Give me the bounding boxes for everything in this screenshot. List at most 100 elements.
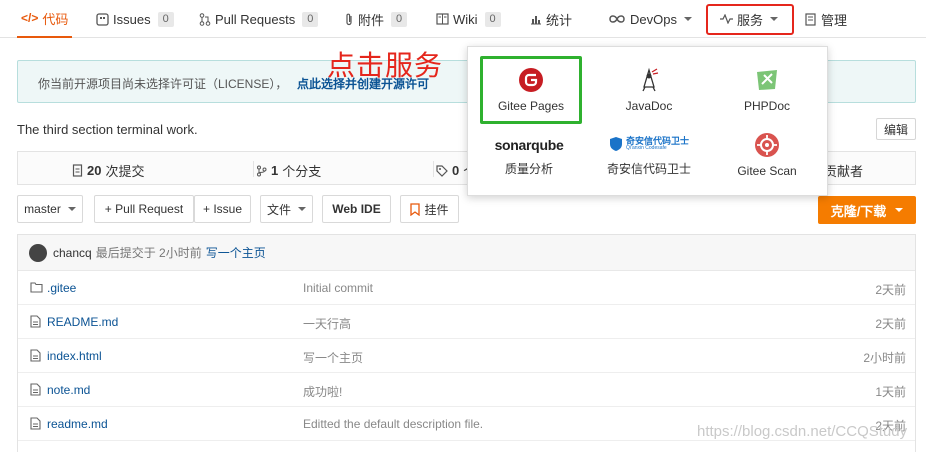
file-name-link[interactable]: index.html: [47, 349, 102, 363]
last-commit-row: chancq 最后提交于 2小时前 写一个主页: [18, 235, 915, 271]
phpdoc-label: PHPDoc: [743, 99, 790, 113]
branch-select-label: master: [24, 202, 61, 216]
tab-issues[interactable]: Issues 0: [96, 0, 174, 38]
file-name-link[interactable]: .gitee: [47, 281, 76, 295]
file-icon: [30, 383, 41, 396]
commit-author[interactable]: chancq: [53, 246, 92, 260]
wiki-count: 0: [484, 11, 501, 27]
shield-icon: [609, 137, 622, 151]
divider: [253, 161, 254, 177]
repo-tab-bar: </> 代码 Issues 0 Pull Requests 0 附件 0 Wik…: [0, 0, 926, 38]
repo-description: The third section terminal work.: [17, 122, 198, 137]
branches-stat[interactable]: 1 个分支: [256, 161, 321, 180]
phpdoc-icon: [757, 70, 777, 90]
file-name-link[interactable]: README.md: [47, 315, 118, 329]
tab-attachments[interactable]: 附件 0: [344, 0, 408, 38]
sonarqube-icon: sonarqube: [494, 137, 564, 153]
file-commit-message[interactable]: 成功啦!: [303, 383, 342, 400]
widget-button[interactable]: 挂件: [400, 195, 459, 223]
gitee-scan-label: Gitee Scan: [737, 164, 797, 178]
javadoc-label: JavaDoc: [625, 99, 673, 113]
file-icon: [30, 315, 41, 328]
commit-icon: [72, 164, 83, 177]
tab-wiki-label: Wiki: [453, 11, 478, 27]
file-commit-time: 2天前: [875, 283, 906, 297]
clone-download-button[interactable]: 克隆/下载: [818, 196, 916, 224]
divider: [433, 161, 434, 177]
file-name-link[interactable]: note.md: [47, 383, 90, 397]
commits-count: 20: [87, 163, 102, 178]
quality-analysis-label: 质量分析: [504, 162, 553, 176]
tab-devops[interactable]: DevOps: [608, 0, 692, 38]
license-notice-text: 你当前开源项目尚未选择许可证（LICENSE），: [38, 77, 288, 91]
quality-analysis-menu-item[interactable]: sonarqube 质量分析: [479, 136, 579, 177]
file-row[interactable]: .gitee Initial commit 2天前: [18, 271, 915, 305]
services-dropdown: Gitee Pages JavaDoc PHPDoc sonarqube 质量分…: [467, 46, 828, 196]
widget-label: 挂件: [424, 202, 449, 217]
annotation-click-services: 点击服务: [327, 49, 444, 82]
tab-devops-label: DevOps: [630, 11, 677, 27]
tab-stats[interactable]: 统计: [530, 0, 572, 38]
file-menu-button[interactable]: 文件: [260, 195, 313, 223]
tab-manage[interactable]: 管理: [805, 0, 847, 38]
watermark: https://blog.csdn.net/CCQStudy: [697, 423, 908, 440]
issues-count: 0: [157, 11, 174, 27]
folder-icon: [30, 282, 43, 293]
qianxin-logo-subtext: Qi'anxin Codesafe: [625, 145, 667, 151]
contributors-label: 贡献者: [824, 164, 864, 179]
chevron-down-icon: [298, 207, 306, 211]
code-icon: </>: [21, 11, 39, 25]
gitee-scan-icon: [755, 133, 779, 157]
phpdoc-menu-item[interactable]: PHPDoc: [717, 67, 817, 113]
attachments-count: 0: [391, 11, 408, 27]
tab-wiki[interactable]: Wiki 0: [436, 0, 501, 38]
file-commit-message[interactable]: 一天行高: [303, 315, 351, 332]
commit-message-link[interactable]: 写一个主页: [206, 244, 266, 261]
tab-code[interactable]: </> 代码: [17, 0, 73, 38]
commit-time: 最后提交于 2小时前: [95, 246, 202, 260]
web-ide-button[interactable]: Web IDE: [322, 195, 391, 223]
tab-pull-requests-label: Pull Requests: [215, 11, 296, 27]
commits-stat[interactable]: 20 次提交: [72, 161, 144, 180]
branches-count: 1: [271, 163, 279, 178]
tab-manage-label: 管理: [821, 12, 848, 28]
file-commit-message[interactable]: 写一个主页: [303, 349, 363, 366]
chevron-down-icon: [67, 207, 76, 211]
tag-icon: [436, 164, 448, 177]
clone-download-label: 克隆/下载: [830, 203, 887, 219]
tab-pull-requests[interactable]: Pull Requests 0: [199, 0, 319, 38]
bar-chart-icon: [531, 16, 541, 25]
services-highlight-box: [706, 4, 794, 35]
document-edit-icon: [805, 12, 816, 26]
chevron-down-icon: [895, 208, 904, 212]
infinity-icon: [609, 15, 625, 23]
new-issue-button[interactable]: + Issue: [194, 195, 251, 223]
avatar[interactable]: [29, 243, 47, 262]
file-row[interactable]: note.md 成功啦! 1天前: [18, 373, 915, 407]
edit-description-button[interactable]: 编辑: [876, 118, 916, 140]
tab-issues-label: Issues: [113, 11, 151, 27]
file-icon: [30, 417, 41, 430]
tab-stats-label: 统计: [546, 12, 573, 28]
tab-attachments-label: 附件: [358, 12, 385, 28]
bookmark-icon: [410, 202, 421, 216]
tab-code-label: 代码: [42, 11, 69, 27]
file-commit-time: 2天前: [875, 317, 906, 331]
qianxin-icon: 奇安信代码卫士 Qi'anxin Codesafe: [609, 134, 689, 154]
qianxin-codesafe-menu-item[interactable]: 奇安信代码卫士 Qi'anxin Codesafe 奇安信代码卫士: [599, 134, 699, 177]
file-commit-message[interactable]: Editted the default description file.: [303, 417, 483, 431]
branches-label: 个分支: [282, 164, 322, 179]
new-pull-request-button[interactable]: + Pull Request: [94, 195, 194, 223]
javadoc-menu-item[interactable]: JavaDoc: [599, 67, 699, 113]
gitee-scan-menu-item[interactable]: Gitee Scan: [717, 132, 817, 178]
file-name-link[interactable]: readme.md: [47, 417, 108, 431]
branch-select[interactable]: master: [17, 195, 83, 223]
branch-icon: [257, 165, 267, 176]
file-row[interactable]: README.md 一天行高 2天前: [18, 305, 915, 339]
file-commit-message[interactable]: Initial commit: [303, 281, 373, 295]
tags-count: 0: [452, 163, 460, 178]
file-commit-time: 1天前: [875, 385, 906, 399]
file-row[interactable]: index.html 写一个主页 2小时前: [18, 339, 915, 373]
file-menu-label: 文件: [266, 202, 291, 217]
contributors-stat[interactable]: 贡献者: [824, 161, 863, 180]
